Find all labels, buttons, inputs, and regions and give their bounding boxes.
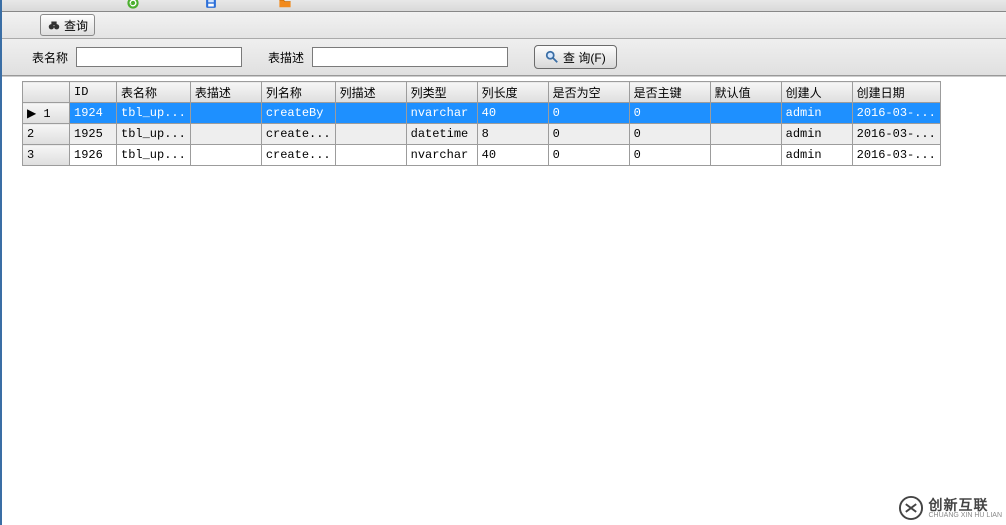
cell-default[interactable] — [710, 145, 781, 166]
watermark-sub: CHUANG XIN HU LIAN — [928, 512, 1002, 519]
grid-area: ID 表名称 表描述 列名称 列描述 列类型 列长度 是否为空 是否主键 默认值… — [2, 76, 1006, 525]
header-is-pk[interactable]: 是否主键 — [629, 82, 710, 103]
data-grid[interactable]: ID 表名称 表描述 列名称 列描述 列类型 列长度 是否为空 是否主键 默认值… — [22, 81, 941, 166]
watermark-logo-icon — [898, 495, 924, 521]
header-col-desc[interactable]: 列描述 — [335, 82, 406, 103]
table-name-input[interactable] — [76, 47, 242, 67]
cell-col-name[interactable]: create... — [261, 124, 335, 145]
row-header[interactable]: ▶ 1 — [23, 103, 70, 124]
cell-is-null[interactable]: 0 — [548, 103, 629, 124]
cell-default[interactable] — [710, 124, 781, 145]
cell-default[interactable] — [710, 103, 781, 124]
search-button-label: 查 询(F) — [563, 49, 606, 66]
header-col-len[interactable]: 列长度 — [477, 82, 548, 103]
header-row: ID 表名称 表描述 列名称 列描述 列类型 列长度 是否为空 是否主键 默认值… — [23, 82, 941, 103]
cell-col-type[interactable]: nvarchar — [406, 103, 477, 124]
folder-icon[interactable] — [276, 0, 294, 10]
header-corner[interactable] — [23, 82, 70, 103]
header-default[interactable]: 默认值 — [710, 82, 781, 103]
cell-is-pk[interactable]: 0 — [629, 103, 710, 124]
magnifier-icon — [545, 50, 559, 64]
header-create-date[interactable]: 创建日期 — [852, 82, 940, 103]
table-row[interactable]: 31926tbl_up...create...nvarchar4000admin… — [23, 145, 941, 166]
cell-col-desc[interactable] — [335, 124, 406, 145]
save-icon[interactable] — [202, 0, 220, 10]
cell-table-desc[interactable] — [190, 103, 261, 124]
cell-col-name[interactable]: createBy — [261, 103, 335, 124]
header-table-name[interactable]: 表名称 — [117, 82, 191, 103]
cell-creator[interactable]: admin — [781, 124, 852, 145]
query-button-label: 查询 — [64, 17, 88, 34]
cell-is-pk[interactable]: 0 — [629, 145, 710, 166]
cell-col-type[interactable]: datetime — [406, 124, 477, 145]
cell-id[interactable]: 1926 — [70, 145, 117, 166]
cell-col-len[interactable]: 40 — [477, 145, 548, 166]
cell-table-desc[interactable] — [190, 124, 261, 145]
cell-create-date[interactable]: 2016-03-... — [852, 124, 940, 145]
filter-bar: 表名称 表描述 查 询(F) — [2, 39, 1006, 76]
cell-create-date[interactable]: 2016-03-... — [852, 103, 940, 124]
header-col-name[interactable]: 列名称 — [261, 82, 335, 103]
cell-is-null[interactable]: 0 — [548, 124, 629, 145]
cell-creator[interactable]: admin — [781, 103, 852, 124]
cell-col-name[interactable]: create... — [261, 145, 335, 166]
header-table-desc[interactable]: 表描述 — [190, 82, 261, 103]
watermark-main: 创新互联 — [928, 498, 1002, 512]
row-header[interactable]: 2 — [23, 124, 70, 145]
cell-create-date[interactable]: 2016-03-... — [852, 145, 940, 166]
cell-is-null[interactable]: 0 — [548, 145, 629, 166]
top-toolbar — [2, 0, 1006, 12]
table-row[interactable]: ▶ 11924tbl_up...createBynvarchar4000admi… — [23, 103, 941, 124]
cell-table-name[interactable]: tbl_up... — [117, 145, 191, 166]
cell-col-len[interactable]: 40 — [477, 103, 548, 124]
header-id[interactable]: ID — [70, 82, 117, 103]
cell-col-type[interactable]: nvarchar — [406, 145, 477, 166]
binoculars-icon — [47, 18, 61, 32]
sub-toolbar: 查询 — [2, 12, 1006, 39]
table-row[interactable]: 21925tbl_up...create...datetime800admin2… — [23, 124, 941, 145]
cell-col-len[interactable]: 8 — [477, 124, 548, 145]
watermark: 创新互联 CHUANG XIN HU LIAN — [898, 495, 1002, 521]
cell-table-name[interactable]: tbl_up... — [117, 124, 191, 145]
cell-col-desc[interactable] — [335, 145, 406, 166]
cell-table-desc[interactable] — [190, 145, 261, 166]
table-name-label: 表名称 — [32, 49, 68, 66]
cell-id[interactable]: 1924 — [70, 103, 117, 124]
table-desc-label: 表描述 — [268, 49, 304, 66]
cell-creator[interactable]: admin — [781, 145, 852, 166]
refresh-icon[interactable] — [124, 0, 142, 10]
header-col-type[interactable]: 列类型 — [406, 82, 477, 103]
cell-is-pk[interactable]: 0 — [629, 124, 710, 145]
row-header[interactable]: 3 — [23, 145, 70, 166]
cell-table-name[interactable]: tbl_up... — [117, 103, 191, 124]
cell-col-desc[interactable] — [335, 103, 406, 124]
query-button[interactable]: 查询 — [40, 14, 95, 36]
cell-id[interactable]: 1925 — [70, 124, 117, 145]
header-is-null[interactable]: 是否为空 — [548, 82, 629, 103]
header-creator[interactable]: 创建人 — [781, 82, 852, 103]
search-button[interactable]: 查 询(F) — [534, 45, 617, 69]
table-desc-input[interactable] — [312, 47, 508, 67]
